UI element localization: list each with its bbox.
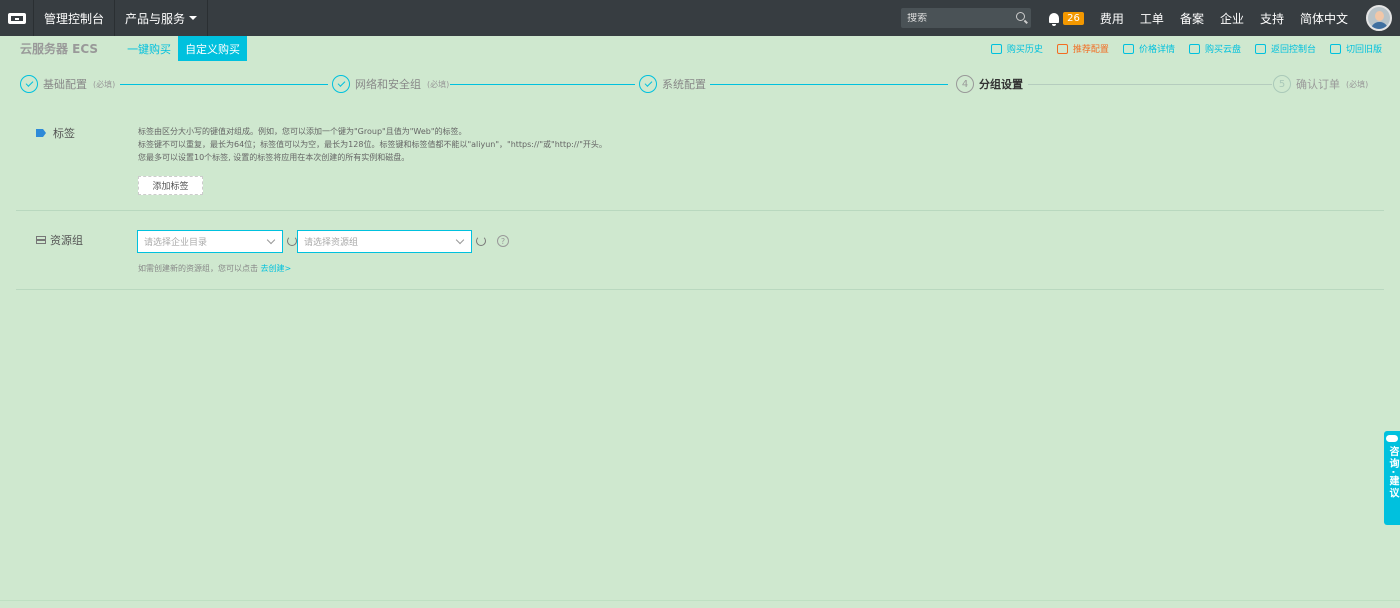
product-header: 云服务器 ECS 一键购买 自定义购买 购买历史 推荐配置 价格详情 购买云盘 …: [0, 36, 1400, 61]
tab-custom-buy[interactable]: 自定义购买: [178, 36, 248, 61]
check-icon: [332, 75, 350, 93]
notification-badge: 26: [1063, 11, 1084, 25]
buy-disk-link[interactable]: 购买云盘: [1188, 42, 1241, 55]
back-icon: [1254, 43, 1266, 54]
step-label: 网络和安全组: [355, 78, 421, 91]
consult-label: 咨询·建议: [1387, 446, 1398, 500]
step-confirm-order[interactable]: 5 确认订单 (必填): [1273, 74, 1368, 94]
resource-group-title-label: 资源组: [50, 234, 83, 247]
tags-description: 标签由区分大小写的键值对组成。例如，您可以添加一个键为"Group"且值为"We…: [138, 125, 607, 164]
refresh-icon[interactable]: [476, 236, 486, 246]
create-resource-group-link[interactable]: 去创建>: [261, 264, 292, 273]
resource-group-placeholder: 请选择资源组: [304, 238, 359, 248]
step-label: 分组设置: [979, 78, 1023, 91]
recommended-config-label: 推荐配置: [1072, 45, 1109, 55]
tags-desc-line: 您最多可以设置10个标签, 设置的标签将应用在本次创建的所有实例和磁盘。: [138, 153, 410, 162]
consult-feedback-tab[interactable]: 咨询·建议: [1384, 431, 1400, 525]
tags-section: 标签 标签由区分大小写的键值对组成。例如，您可以添加一个键为"Group"且值为…: [16, 112, 1384, 211]
chevron-down-icon: [189, 16, 198, 20]
step-required: (必填): [93, 79, 116, 89]
refresh-icon[interactable]: [287, 236, 297, 246]
step-label: 确认订单: [1296, 78, 1340, 91]
cart-icon: [990, 43, 1002, 54]
back-to-console-label: 返回控制台: [1270, 45, 1316, 55]
resource-group-hint: 如需创建新的资源组，您可以点击 去创建>: [138, 263, 291, 274]
chevron-down-icon: [455, 235, 465, 245]
products-menu[interactable]: 产品与服务: [115, 0, 209, 36]
purchase-history-label: 购买历史: [1006, 45, 1043, 55]
step-progress: 基础配置 (必填) 网络和安全组 (必填) 系统配置 4 分组设置 5 确认订单…: [20, 74, 1380, 94]
nav-language[interactable]: 简体中文: [1292, 0, 1356, 36]
bell-icon: [1049, 13, 1060, 26]
tags-title-label: 标签: [53, 127, 75, 140]
nav-tickets[interactable]: 工单: [1132, 0, 1172, 36]
purchase-history-link[interactable]: 购买历史: [990, 42, 1043, 55]
toolbar: 购买历史 推荐配置 价格详情 购买云盘 返回控制台 切回旧版: [977, 36, 1382, 61]
search-icon[interactable]: [1016, 12, 1026, 21]
tab-quick-buy[interactable]: 一键购买: [120, 36, 178, 61]
step-label: 基础配置: [43, 78, 87, 91]
switch-old-version-link[interactable]: 切回旧版: [1329, 42, 1382, 55]
step-connector: [1028, 84, 1272, 85]
thumbs-up-icon: [1056, 43, 1068, 54]
notification-button[interactable]: 26: [1041, 0, 1092, 36]
step-number: 5: [1273, 75, 1291, 93]
step-number: 4: [956, 75, 974, 93]
products-menu-label: 产品与服务: [125, 11, 186, 26]
step-label: 系统配置: [662, 78, 706, 91]
enterprise-directory-placeholder: 请选择企业目录: [144, 238, 208, 248]
step-connector: [120, 84, 328, 85]
tags-desc-line: 标签键不可以重复，最长为64位；标签值可以为空，最长为128位。标签键和标签值都…: [138, 140, 607, 149]
step-group-settings[interactable]: 4 分组设置: [956, 74, 1023, 94]
aliyun-logo-icon[interactable]: [0, 0, 34, 36]
search-box[interactable]: [901, 8, 1032, 28]
resource-group-title: 资源组: [36, 232, 83, 248]
recommended-config-link[interactable]: 推荐配置: [1056, 42, 1109, 55]
nav-enterprise[interactable]: 企业: [1212, 0, 1252, 36]
top-navigation-bar: 管理控制台 产品与服务 26 费用 工单 备案 企业 支持 简体中文: [0, 0, 1400, 36]
console-link[interactable]: 管理控制台: [34, 0, 116, 36]
step-network-security[interactable]: 网络和安全组 (必填): [332, 74, 449, 94]
enterprise-directory-select[interactable]: 请选择企业目录: [137, 230, 283, 253]
tags-title: 标签: [36, 125, 75, 141]
add-tag-button[interactable]: 添加标签: [138, 176, 203, 195]
price-details-link[interactable]: 价格详情: [1122, 42, 1175, 55]
back-to-console-link[interactable]: 返回控制台: [1254, 42, 1316, 55]
resource-group-section: 资源组 请选择企业目录 请选择资源组 ? 如需创建新的资源组，您可以点击 去创建…: [16, 212, 1384, 290]
disk-icon: [1188, 43, 1200, 54]
chat-icon: [1386, 435, 1398, 442]
avatar[interactable]: [1366, 5, 1392, 31]
resource-group-select[interactable]: 请选择资源组: [297, 230, 472, 253]
step-required: (必填): [1346, 79, 1369, 89]
buy-disk-label: 购买云盘: [1204, 45, 1241, 55]
switch-icon: [1329, 43, 1341, 54]
tags-desc-line: 标签由区分大小写的键值对组成。例如，您可以添加一个键为"Group"且值为"We…: [138, 127, 467, 136]
step-system-config[interactable]: 系统配置: [639, 74, 706, 94]
hint-text: 如需创建新的资源组，您可以点击: [138, 264, 258, 273]
nav-fees[interactable]: 费用: [1092, 0, 1132, 36]
step-connector: [450, 84, 635, 85]
step-connector: [710, 84, 948, 85]
product-title: 云服务器 ECS: [20, 42, 99, 56]
tag-icon: [36, 129, 46, 137]
document-icon: [1122, 43, 1134, 54]
check-icon: [20, 75, 38, 93]
check-icon: [639, 75, 657, 93]
layers-icon: [36, 235, 46, 245]
nav-icp[interactable]: 备案: [1172, 0, 1212, 36]
chevron-down-icon: [266, 235, 276, 245]
step-required: (必填): [427, 79, 450, 89]
search-input[interactable]: [907, 12, 1008, 24]
divider: [0, 600, 1400, 601]
help-icon[interactable]: ?: [497, 235, 509, 247]
step-basic-config[interactable]: 基础配置 (必填): [20, 74, 115, 94]
nav-support[interactable]: 支持: [1252, 0, 1292, 36]
switch-old-version-label: 切回旧版: [1345, 45, 1382, 55]
price-details-label: 价格详情: [1138, 45, 1175, 55]
